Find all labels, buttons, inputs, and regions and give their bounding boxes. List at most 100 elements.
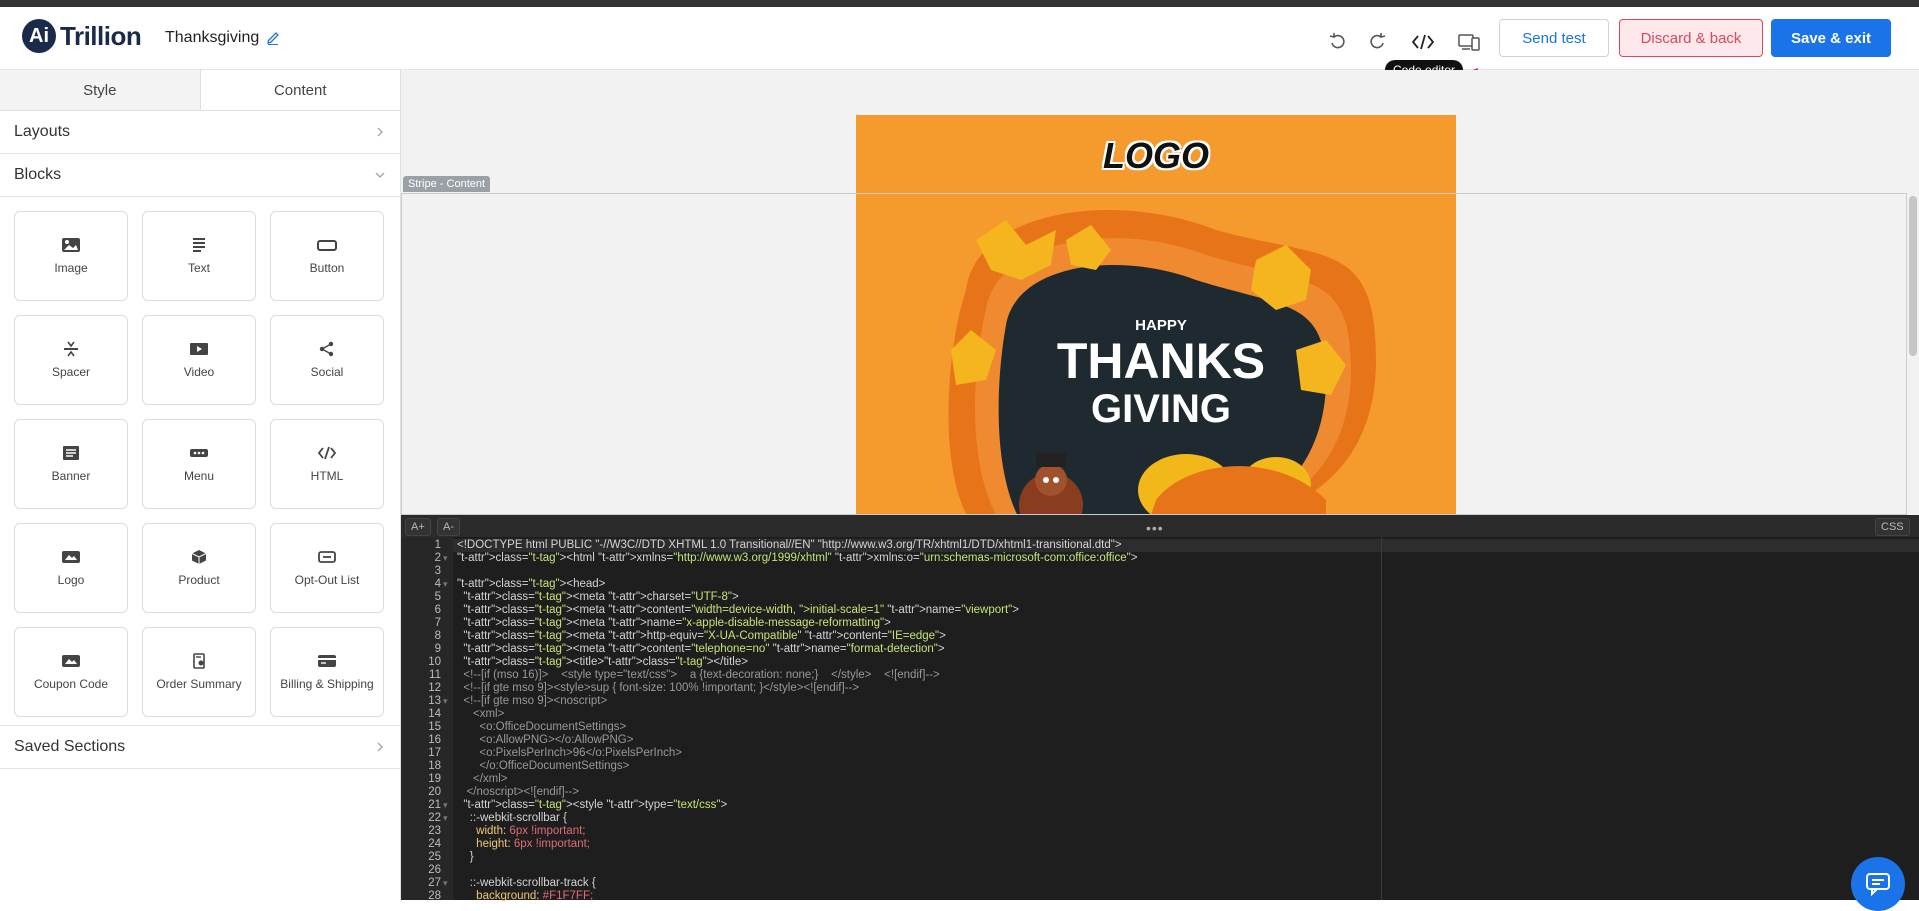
line-number: 3 <box>434 565 441 577</box>
code-line[interactable]: "t-attr">class="t-tag"><meta "t-attr">ch… <box>457 591 738 604</box>
block-optout-list[interactable]: Opt-Out List <box>270 523 384 613</box>
pencil-icon[interactable] <box>265 30 281 46</box>
code-editor-toolbar: A+ A- ••• CSS <box>401 515 1919 537</box>
fold-toggle-icon[interactable]: ▾ <box>443 695 448 708</box>
fold-toggle-icon[interactable]: ▾ <box>443 812 448 825</box>
document-title[interactable]: Thanksgiving <box>165 29 281 47</box>
line-number: 13 <box>428 695 441 707</box>
code-line[interactable]: </xml> <box>457 773 508 786</box>
block-video[interactable]: Video <box>142 315 256 405</box>
stripe-outline[interactable] <box>401 193 1907 515</box>
block-label: Logo <box>57 573 85 587</box>
top-strip <box>0 0 1919 7</box>
code-line[interactable]: <!--[if (mso 16)]> <style type="text/css… <box>457 669 939 682</box>
fold-toggle-icon[interactable]: ▾ <box>443 877 448 890</box>
email-logo[interactable]: LOGO <box>856 135 1456 177</box>
code-line[interactable]: height: 6px !important; <box>457 838 590 851</box>
code-line[interactable]: background: #F1F7FF; <box>457 890 593 903</box>
chat-support-button[interactable] <box>1851 857 1905 911</box>
canvas-scrollbar-thumb[interactable] <box>1909 196 1917 356</box>
code-line[interactable]: width: 6px !important; <box>457 825 585 838</box>
tab-style[interactable]: Style <box>0 70 201 110</box>
block-label: Image <box>54 261 88 275</box>
block-menu[interactable]: Menu <box>142 419 256 509</box>
code-line[interactable]: "t-attr">class="t-tag"><meta "t-attr">co… <box>457 643 944 656</box>
code-line[interactable]: "t-attr">class="t-tag"><title>"t-attr">c… <box>457 656 748 669</box>
block-product[interactable]: Product <box>142 523 256 613</box>
code-line[interactable]: </o:OfficeDocumentSettings> <box>457 760 629 773</box>
video-icon <box>190 343 208 355</box>
blocks-grid: Image Text Button Spacer Video Social Ba… <box>0 197 400 731</box>
app-logo[interactable]: Ai Trillion <box>22 19 142 53</box>
line-number: 4 <box>434 578 441 590</box>
line-number: 20 <box>428 786 441 798</box>
block-banner[interactable]: Banner <box>14 419 128 509</box>
line-number: 17 <box>428 747 441 759</box>
preview-device-button[interactable] <box>1452 25 1486 59</box>
code-line[interactable]: <!DOCTYPE html PUBLIC "-//W3C//DTD XHTML… <box>457 539 1122 552</box>
block-logo[interactable]: Logo <box>14 523 128 613</box>
email-canvas: LOGO HAPPY THANKS GIVING Stripe - Conten… <box>401 70 1919 515</box>
block-label: Social <box>310 365 344 379</box>
blocks-label: Blocks <box>14 166 62 183</box>
block-html[interactable]: HTML <box>270 419 384 509</box>
block-social[interactable]: Social <box>270 315 384 405</box>
redo-button[interactable] <box>1360 25 1394 59</box>
block-order-summary[interactable]: Order Summary <box>142 627 256 717</box>
discard-back-button[interactable]: Discard & back <box>1619 19 1763 57</box>
code-line[interactable]: </noscript><![endif]--> <box>457 786 580 799</box>
spacer-icon <box>64 341 78 357</box>
chat-icon <box>1866 873 1890 896</box>
resize-grip[interactable]: ••• <box>1146 520 1164 536</box>
chevron-right-icon <box>377 742 384 752</box>
fold-toggle-icon[interactable]: ▾ <box>443 578 448 591</box>
block-label: Spacer <box>51 365 91 379</box>
code-line[interactable]: <o:AllowPNG></o:AllowPNG> <box>457 734 633 747</box>
block-image[interactable]: Image <box>14 211 128 301</box>
code-line[interactable]: <xml> <box>457 708 504 721</box>
code-line[interactable]: ::-webkit-scrollbar-track { <box>457 877 596 890</box>
code-line[interactable]: <o:PixelsPerInch>96</o:PixelsPerInch> <box>457 747 682 760</box>
send-test-button[interactable]: Send test <box>1499 19 1609 57</box>
code-line[interactable]: "t-attr">class="t-tag"><meta "t-attr">na… <box>457 617 890 630</box>
line-number: 25 <box>428 851 441 863</box>
font-increase-button[interactable]: A+ <box>405 518 431 536</box>
code-line[interactable]: ::-webkit-scrollbar { <box>457 812 567 825</box>
line-number: 5 <box>434 591 441 603</box>
code-line[interactable]: <!--[if gte mso 9]><style>sup { font-siz… <box>457 682 859 695</box>
chevron-down-icon <box>375 172 385 179</box>
layouts-section-header[interactable]: Layouts <box>0 111 400 154</box>
block-text[interactable]: Text <box>142 211 256 301</box>
code-line[interactable]: "t-attr">class="t-tag"><meta "t-attr">co… <box>457 604 1019 617</box>
code-editor-panel: A+ A- ••• CSS 1 <!DOCTYPE html PUBLIC "-/… <box>401 515 1919 903</box>
code-area[interactable]: 1 <!DOCTYPE html PUBLIC "-//W3C//DTD XHTM… <box>401 537 1919 903</box>
code-editor-button[interactable] <box>1406 25 1440 59</box>
code-line[interactable]: "t-attr">class="t-tag"><html "t-attr">xm… <box>457 552 1137 565</box>
block-coupon-code[interactable]: Coupon Code <box>14 627 128 717</box>
stripe-label[interactable]: Stripe - Content <box>403 176 491 192</box>
font-decrease-button[interactable]: A- <box>437 518 460 536</box>
fold-toggle-icon[interactable]: ▾ <box>443 552 448 565</box>
block-label: HTML <box>310 469 344 483</box>
saved-sections-label: Saved Sections <box>14 738 126 755</box>
banner-icon <box>63 446 79 460</box>
saved-sections-header[interactable]: Saved Sections <box>0 725 400 769</box>
blocks-section-header[interactable]: Blocks <box>0 154 400 197</box>
code-line[interactable]: <!--[if gte mso 9]><noscript> <box>457 695 607 708</box>
css-toggle-button[interactable]: CSS <box>1875 518 1910 536</box>
block-label: Product <box>178 573 220 587</box>
code-line[interactable]: "t-attr">class="t-tag"><head> <box>457 578 605 591</box>
code-line[interactable]: "t-attr">class="t-tag"><meta "t-attr">ht… <box>457 630 945 643</box>
canvas-scrollbar[interactable] <box>1907 70 1919 515</box>
code-line[interactable]: <o:OfficeDocumentSettings> <box>457 721 626 734</box>
block-button[interactable]: Button <box>270 211 384 301</box>
block-spacer[interactable]: Spacer <box>14 315 128 405</box>
block-billing-shipping[interactable]: Billing & Shipping <box>270 627 384 717</box>
fold-toggle-icon[interactable]: ▾ <box>443 799 448 812</box>
save-exit-button[interactable]: Save & exit <box>1771 19 1891 57</box>
tab-content[interactable]: Content <box>200 70 400 110</box>
product-icon <box>191 550 207 564</box>
code-line[interactable]: "t-attr">class="t-tag"><style "t-attr">t… <box>457 799 727 812</box>
code-line[interactable]: } <box>457 851 474 864</box>
undo-button[interactable] <box>1321 25 1355 59</box>
